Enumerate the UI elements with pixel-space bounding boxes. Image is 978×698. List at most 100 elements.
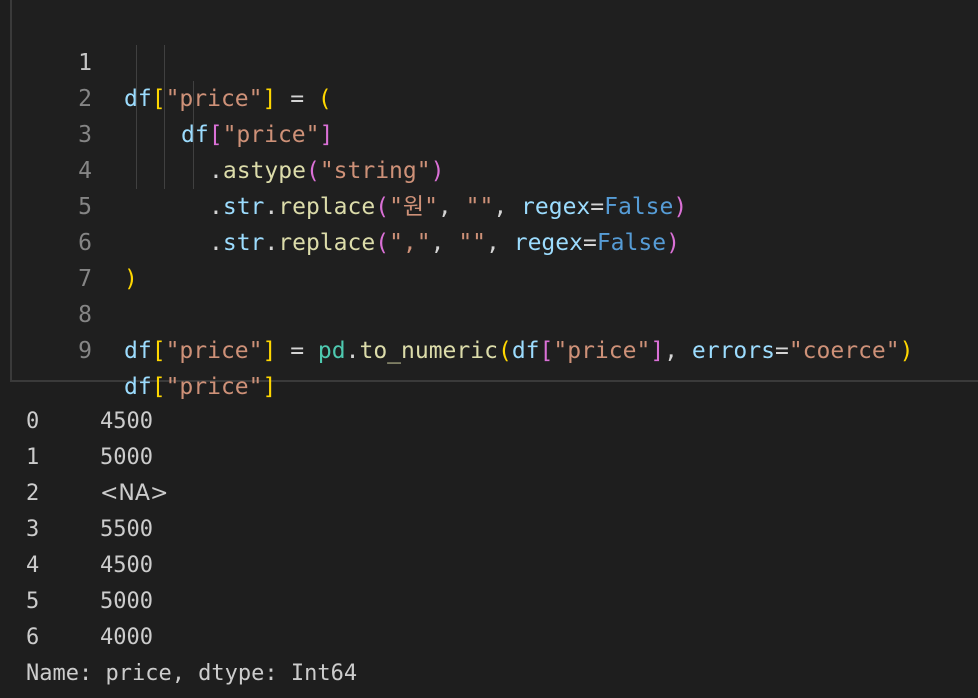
token-operator: = bbox=[276, 338, 318, 364]
token-bracket: ] bbox=[262, 374, 277, 400]
output-row: 0 4500 bbox=[26, 404, 357, 440]
token-paren: ( bbox=[305, 158, 320, 184]
output-footer: Name: price, dtype: Int64 bbox=[26, 661, 358, 686]
code-line-3[interactable]: 3 .astype("string") bbox=[12, 81, 444, 184]
token-bracket: [ bbox=[151, 374, 166, 400]
token-bracket: [ bbox=[539, 338, 554, 364]
code-text: df["price"] = ( bbox=[124, 81, 332, 117]
code-line-1[interactable]: 1 df["price"] = ( bbox=[12, 9, 332, 112]
indent-guide bbox=[164, 45, 165, 189]
token-paren: ) bbox=[666, 230, 680, 256]
indent-guide bbox=[136, 45, 137, 189]
code-cell-editor[interactable]: 1 df["price"] = ( 2 df["price"] 3 .astyp… bbox=[10, 0, 978, 400]
code-line-9[interactable]: 9 df["price"] bbox=[12, 297, 276, 400]
token-string: "price" bbox=[165, 338, 263, 364]
token-variable: df bbox=[124, 338, 152, 364]
token-string: "원" bbox=[389, 194, 438, 220]
output-value: 5000 bbox=[100, 589, 153, 614]
token-bracket: [ bbox=[151, 338, 166, 364]
token-operator: = bbox=[774, 338, 789, 364]
token-bracket: [ bbox=[208, 122, 223, 148]
output-row: 3 5500 bbox=[26, 512, 357, 548]
token-bracket: ] bbox=[262, 86, 277, 112]
output-row: 6 4000 bbox=[26, 620, 357, 656]
code-line-4[interactable]: 4 .str.replace("원", "", regex=False) bbox=[12, 117, 687, 220]
code-text: .astype("string") bbox=[209, 153, 444, 189]
code-text: df["price"] bbox=[181, 117, 333, 153]
output-index: 2 bbox=[26, 481, 40, 506]
output-row: 1 5000 bbox=[26, 440, 357, 476]
code-line-2[interactable]: 2 df["price"] bbox=[12, 45, 333, 148]
token-operator: = bbox=[276, 86, 318, 112]
cell-output: 0 4500 1 5000 2 <NA> 3 5500 4 4500 5 5000 6 400… bbox=[26, 404, 357, 692]
code-line-5[interactable]: 5 .str.replace(",", "", regex=False) bbox=[12, 153, 680, 256]
output-value: 4500 bbox=[100, 409, 153, 434]
token-string: "price" bbox=[222, 122, 320, 148]
token-function: replace bbox=[278, 194, 376, 220]
token-function: astype bbox=[222, 158, 306, 184]
token-string: "price" bbox=[553, 338, 651, 364]
token-operator: . bbox=[209, 158, 223, 184]
token-operator: , bbox=[437, 194, 466, 220]
token-variable: df bbox=[181, 122, 209, 148]
token-operator: . bbox=[264, 194, 279, 220]
token-bracket: ] bbox=[319, 122, 334, 148]
token-attribute: str bbox=[222, 194, 265, 220]
code-text: df["price"] = pd.to_numeric(df["price"],… bbox=[124, 333, 913, 369]
token-string: "string" bbox=[319, 158, 431, 184]
token-paren: ( bbox=[375, 230, 390, 256]
code-line-7[interactable]: 7 bbox=[12, 225, 92, 292]
token-bracket: [ bbox=[151, 86, 166, 112]
token-string: "," bbox=[389, 230, 431, 256]
token-paren: ) bbox=[124, 266, 138, 292]
token-variable: df bbox=[511, 338, 540, 364]
code-line-6[interactable]: 6 ) bbox=[12, 189, 138, 292]
token-string: "" bbox=[465, 194, 494, 220]
code-text: df["price"] bbox=[124, 369, 276, 405]
token-parameter: regex bbox=[521, 194, 591, 220]
output-value: 4500 bbox=[100, 553, 153, 578]
token-string: "" bbox=[458, 230, 487, 256]
token-module: pd bbox=[317, 338, 346, 364]
output-index: 5 bbox=[26, 589, 40, 614]
token-function: replace bbox=[278, 230, 376, 256]
token-operator: . bbox=[345, 338, 360, 364]
token-paren: ( bbox=[497, 338, 512, 364]
code-text: .str.replace(",", "", regex=False) bbox=[209, 225, 680, 261]
token-string: "price" bbox=[165, 86, 263, 112]
token-string: "price" bbox=[165, 374, 263, 400]
token-bracket: ] bbox=[262, 338, 277, 364]
token-operator: . bbox=[264, 230, 279, 256]
token-string: "coerce" bbox=[788, 338, 900, 364]
token-paren: ( bbox=[317, 86, 332, 112]
token-paren: ) bbox=[899, 338, 914, 364]
token-paren: ) bbox=[430, 158, 445, 184]
token-parameter: regex bbox=[513, 230, 583, 256]
token-operator: , bbox=[430, 230, 459, 256]
token-operator: = bbox=[590, 194, 605, 220]
token-parameter: errors bbox=[691, 338, 775, 364]
output-row: 4 4500 bbox=[26, 548, 357, 584]
token-keyword: False bbox=[604, 194, 674, 220]
code-text: .str.replace("원", "", regex=False) bbox=[209, 189, 687, 225]
token-paren: ( bbox=[375, 194, 390, 220]
token-bracket: ] bbox=[650, 338, 665, 364]
output-index: 4 bbox=[26, 553, 40, 578]
token-paren: ) bbox=[673, 194, 688, 220]
token-operator: . bbox=[209, 194, 223, 220]
output-index: 6 bbox=[26, 625, 40, 650]
output-value: 5000 bbox=[100, 445, 153, 470]
token-variable: df bbox=[124, 374, 152, 400]
output-row: 5 5000 bbox=[26, 584, 357, 620]
code-line-8[interactable]: 8 df["price"] = pd.to_numeric(df["price"… bbox=[12, 261, 913, 364]
token-operator: = bbox=[582, 230, 597, 256]
line-number: 9 bbox=[78, 338, 92, 364]
token-operator: . bbox=[209, 230, 223, 256]
token-operator: , bbox=[486, 230, 514, 256]
token-keyword: False bbox=[596, 230, 667, 256]
output-row: 2 <NA> bbox=[26, 476, 357, 512]
output-index: 3 bbox=[26, 517, 40, 542]
output-value: 5500 bbox=[100, 517, 153, 542]
output-index: 1 bbox=[26, 445, 40, 470]
output-index: 0 bbox=[26, 409, 40, 434]
